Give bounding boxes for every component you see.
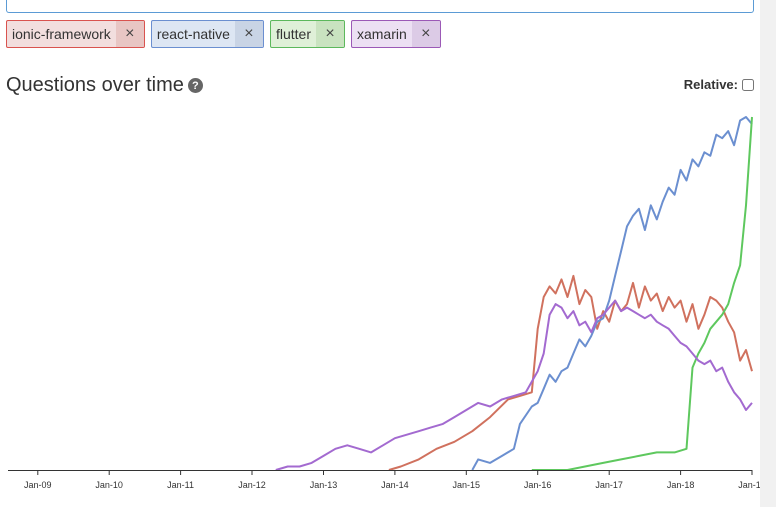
page: ionic-framework × react-native × flutter × xam… — [0, 0, 776, 507]
x-tick-label: Jan-10 — [95, 480, 123, 490]
x-tick-label: Jan-17 — [595, 480, 623, 490]
x-tick-label: Jan-13 — [310, 480, 338, 490]
x-tick-label: Jan-19 — [738, 480, 760, 490]
scrollbar[interactable] — [760, 0, 776, 507]
x-tick-label: Jan-09 — [24, 480, 52, 490]
x-tick-label: Jan-16 — [524, 480, 552, 490]
series-line-ionic-framework — [388, 274, 753, 471]
x-tick-label: Jan-14 — [381, 480, 409, 490]
x-tick-label: Jan-11 — [167, 480, 194, 490]
x-tick-label: Jan-18 — [667, 480, 695, 490]
x-tick-label: Jan-12 — [238, 480, 266, 490]
series-line-react-native — [471, 116, 753, 471]
questions-chart: Jan-09 Jan-10 Jan-11 Jan-12 Jan-13 Jan-14 Jan-… — [8, 116, 760, 490]
x-tick-label: Jan-15 — [453, 480, 481, 490]
